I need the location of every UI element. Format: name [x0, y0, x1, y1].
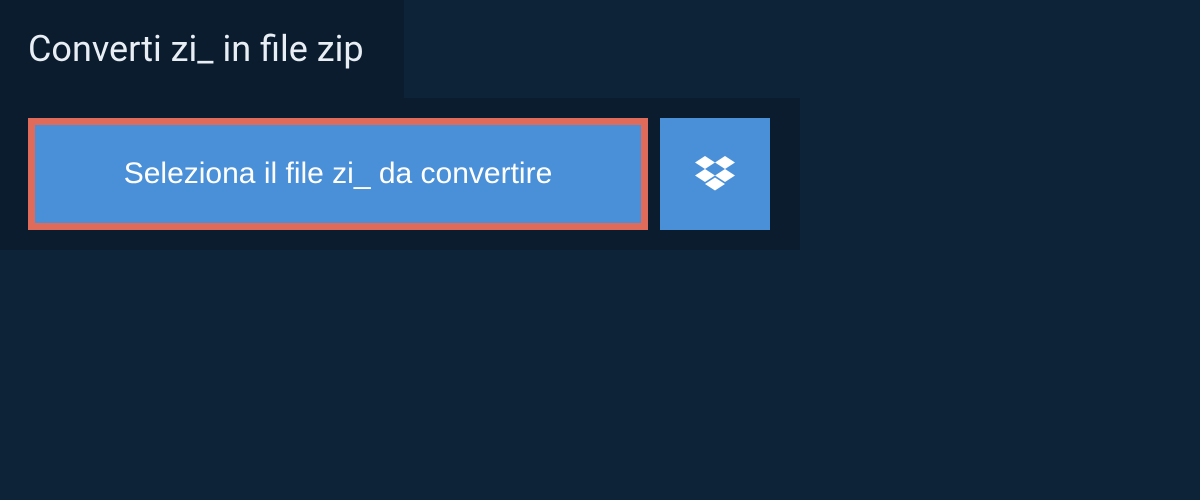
page-title: Converti zi_ in file zip [28, 28, 364, 70]
dropbox-icon [695, 156, 735, 192]
select-file-button-label: Seleziona il file zi_ da convertire [124, 157, 553, 191]
dropbox-button[interactable] [660, 118, 770, 230]
button-row: Seleziona il file zi_ da convertire [28, 118, 780, 230]
content-panel: Seleziona il file zi_ da convertire [0, 98, 800, 250]
select-file-button[interactable]: Seleziona il file zi_ da convertire [28, 118, 648, 230]
tab-header: Converti zi_ in file zip [0, 0, 404, 98]
